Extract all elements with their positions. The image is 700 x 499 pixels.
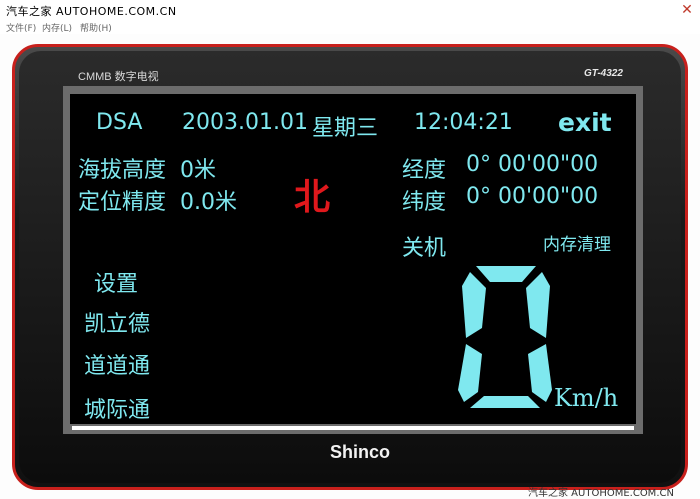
menu-item-daodaotong[interactable]: 道道通 [84,348,150,380]
clear-memory-button[interactable]: 内存清理 [543,230,611,255]
menu-item-chengjitong[interactable]: 城际通 [84,392,150,424]
altitude-label: 海拔高度 [78,158,167,183]
segment-bottom-right [528,344,552,402]
heading-indicator: 北 [294,177,331,218]
segment-top-right [526,272,550,338]
menu-help[interactable]: 帮助(H) [80,21,112,34]
accuracy-label: 定位精度 [78,190,167,215]
screen-bottom-strip [72,426,634,430]
date-display: 2003.01.01 [182,110,308,135]
close-icon[interactable]: ✕ [678,2,696,18]
mode-label: DSA [96,110,143,135]
window-titlebar: 汽车之家 AUTOHOME.COM.CN ✕ [0,0,700,20]
latitude-label: 纬度 [402,190,447,215]
menu-item-careland[interactable]: 凯立德 [84,306,150,338]
accuracy-value: 0.0米 [180,190,237,215]
device-model-label: GT-4322 [584,68,623,79]
weekday-display: 星期三 [312,116,379,141]
segment-bottom [470,396,540,408]
menu-file[interactable]: 文件(F) [6,21,36,34]
speed-unit: Km/h [554,384,619,412]
altitude-value: 0米 [180,158,216,183]
device-brand-label: CMMB 数字电视 [78,71,159,83]
menu-memory[interactable]: 内存(L) [42,21,72,34]
latitude-value: 0° 00'00"00 [466,184,599,209]
power-off-button[interactable]: 关机 [402,230,446,262]
time-display: 12:04:21 [414,110,513,135]
window-title: 汽车之家 AUTOHOME.COM.CN [6,5,177,18]
segment-top-left [462,272,486,338]
menu-item-settings[interactable]: 设置 [94,266,138,298]
speed-digit [458,266,552,408]
device-logo: Shinco [329,442,390,462]
segment-bottom-left [458,344,482,402]
menu-bar: 文件(F) 内存(L) 帮助(H) [0,20,700,34]
longitude-value: 0° 00'00"00 [466,152,599,177]
longitude-label: 经度 [402,158,447,183]
segment-top [476,266,536,282]
watermark: 汽车之家 AUTOHOME.COM.CN [528,488,674,499]
exit-button[interactable]: exit [558,108,612,137]
